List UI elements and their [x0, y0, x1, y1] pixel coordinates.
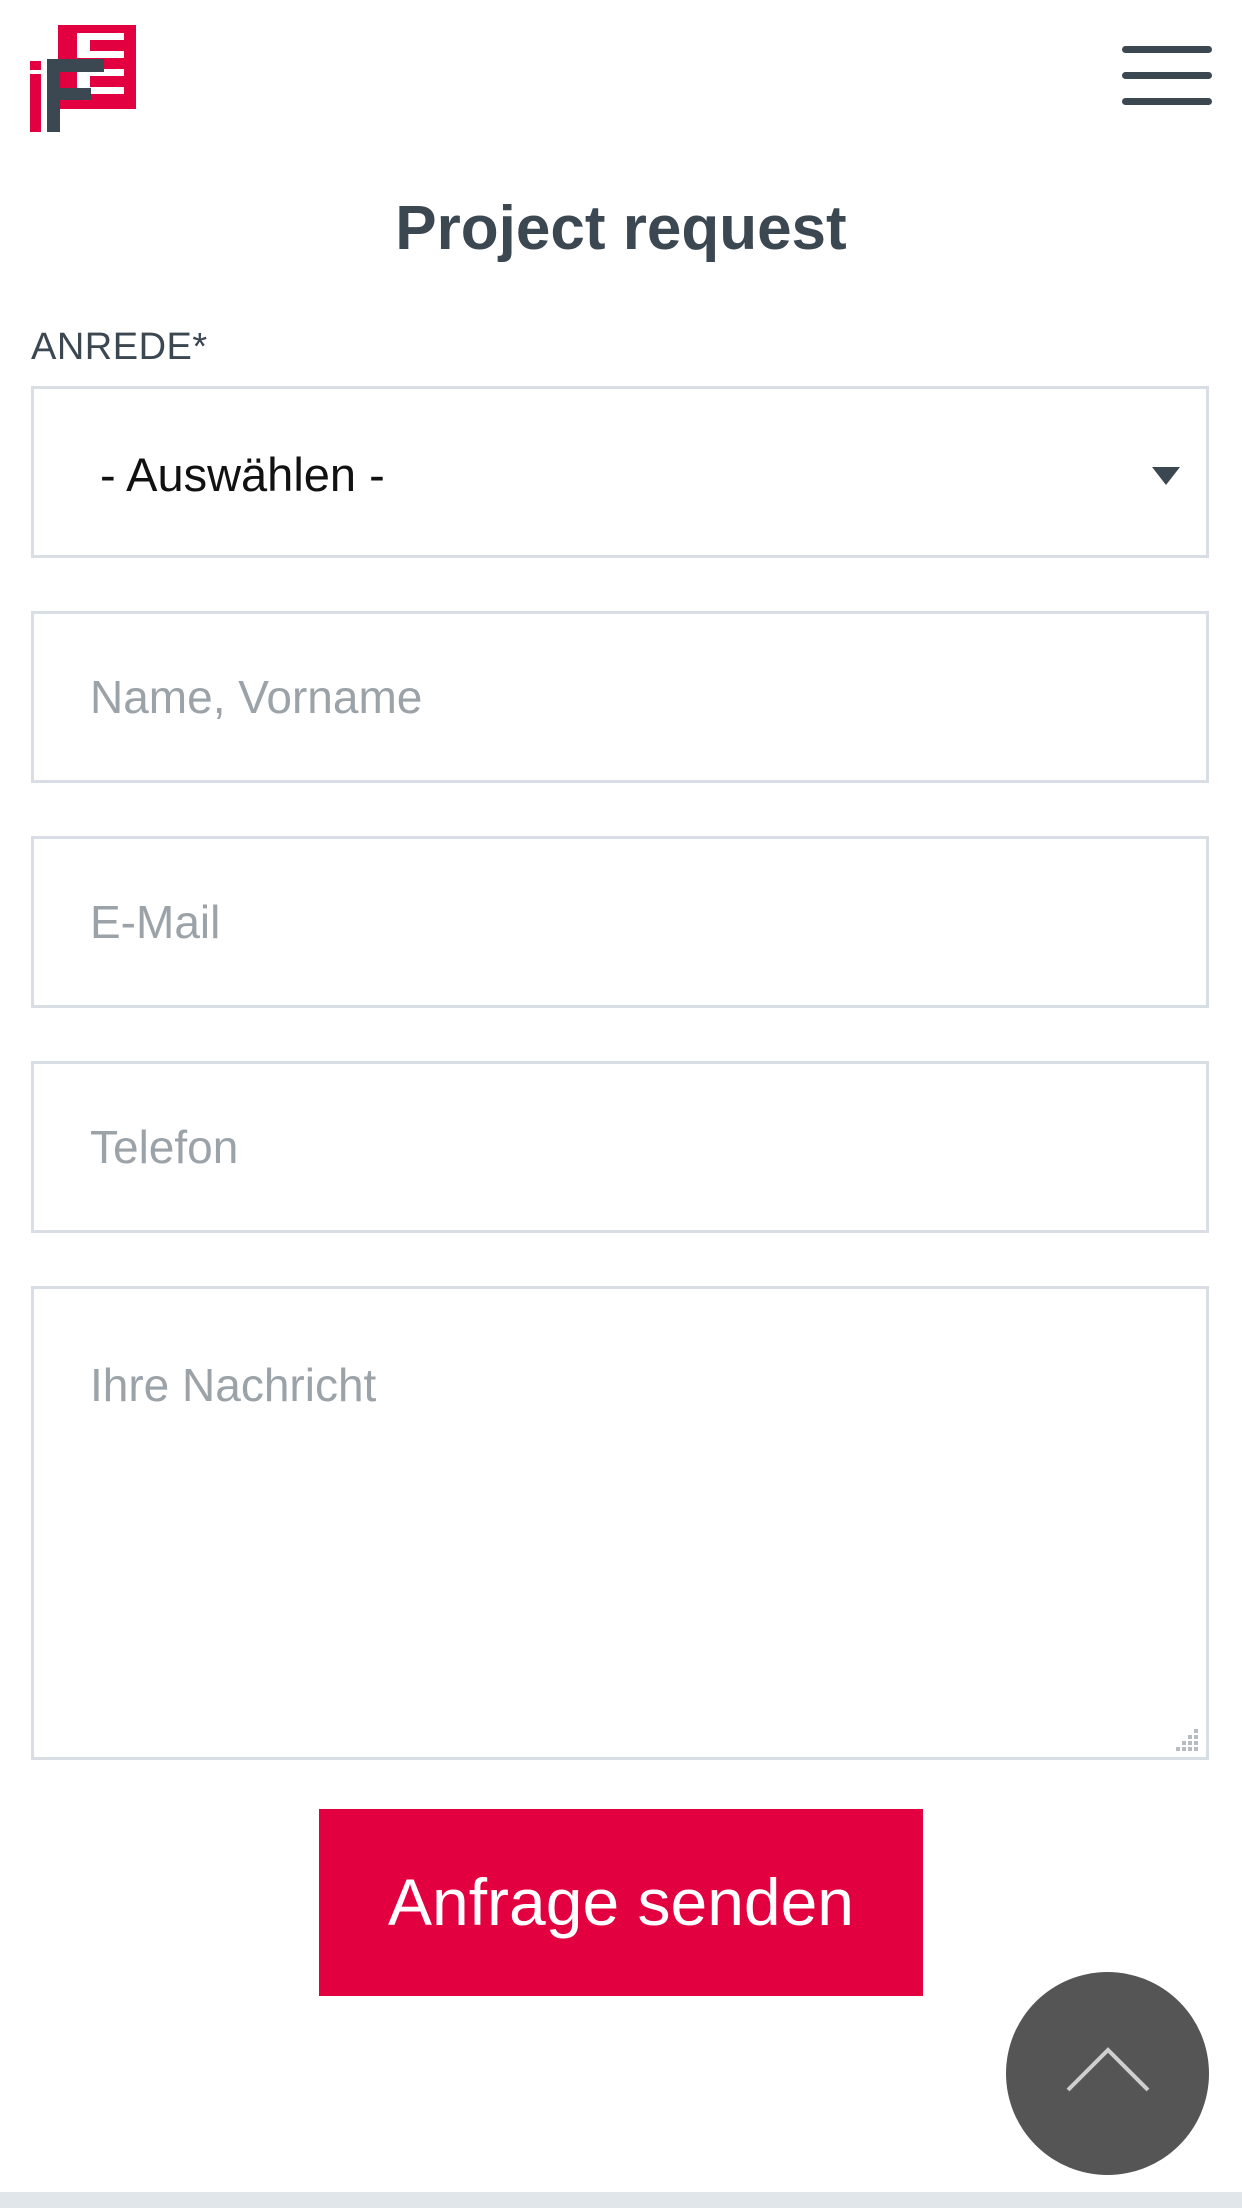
- logo-mark-icon: [30, 25, 136, 132]
- site-header: [0, 0, 1242, 170]
- resize-handle-icon[interactable]: [1174, 1725, 1200, 1751]
- phone-field-box: [31, 1061, 1209, 1233]
- email-field-box: [31, 836, 1209, 1008]
- message-field-box: [31, 1286, 1209, 1760]
- menu-bar-middle: [1122, 72, 1212, 79]
- salutation-selected-value: - Auswählen -: [100, 448, 385, 501]
- phone-input[interactable]: [34, 1064, 1206, 1230]
- chevron-up-icon: [1066, 2047, 1150, 2092]
- name-field-box: [31, 611, 1209, 783]
- menu-bar-bottom: [1122, 98, 1212, 105]
- message-textarea[interactable]: [34, 1289, 1206, 1757]
- footer-strip: [0, 2192, 1242, 2208]
- brand-logo[interactable]: [30, 25, 136, 132]
- page-title: Project request: [395, 194, 847, 263]
- dropdown-triangle-icon: [1152, 467, 1180, 485]
- name-input[interactable]: [34, 614, 1206, 780]
- salutation-label: ANREDE*: [31, 326, 208, 368]
- menu-bar-top: [1122, 46, 1212, 53]
- hamburger-menu-icon[interactable]: [1120, 40, 1214, 116]
- scroll-to-top-button[interactable]: [1006, 1972, 1209, 2175]
- submit-button[interactable]: Anfrage senden: [319, 1809, 923, 1996]
- email-input[interactable]: [34, 839, 1206, 1005]
- salutation-select[interactable]: - Auswählen -: [31, 386, 1209, 558]
